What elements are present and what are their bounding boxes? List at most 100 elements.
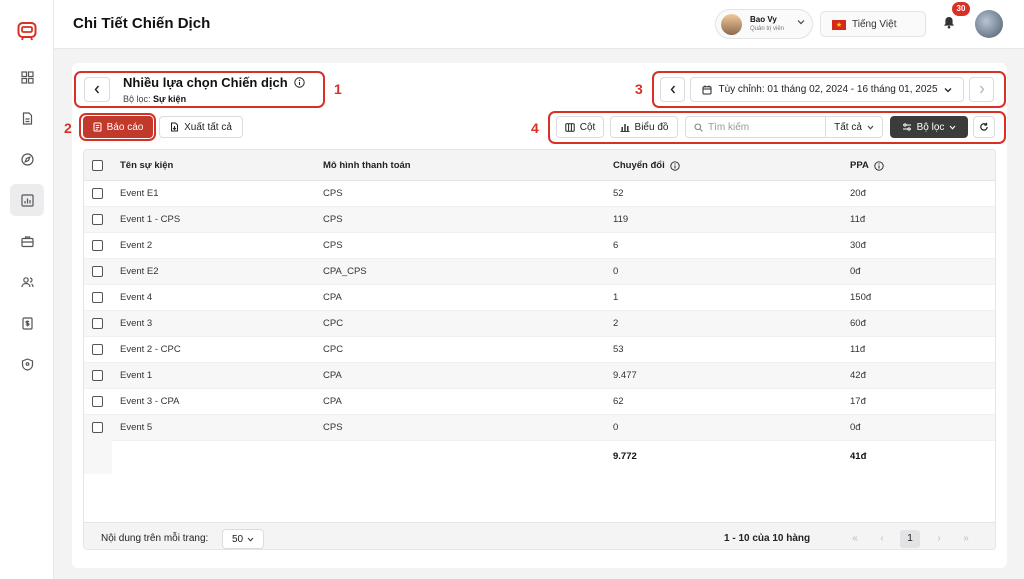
- info-icon[interactable]: [874, 160, 884, 171]
- columns-icon: [565, 122, 575, 132]
- chevron-down-icon: [944, 87, 951, 92]
- nav-dashboard[interactable]: [10, 61, 44, 93]
- search-placeholder: Tìm kiếm: [708, 122, 750, 133]
- table-row[interactable]: Event 1 - CPS CPS 119 11đ: [84, 207, 995, 233]
- column-header-conversions[interactable]: Chuyển đổi: [613, 160, 680, 171]
- table-row[interactable]: Event 2 - CPC CPC 53 11đ: [84, 337, 995, 363]
- user-menu[interactable]: Bao Vy Quản trị viên: [715, 9, 813, 39]
- back-button[interactable]: [84, 77, 110, 102]
- table-row[interactable]: Event 4 CPA 1 150đ: [84, 285, 995, 311]
- nav-payments[interactable]: [10, 307, 44, 339]
- event-name-cell: Event 4: [120, 292, 153, 303]
- table-row[interactable]: Event 1 CPA 9.477 42đ: [84, 363, 995, 389]
- search-scope-select[interactable]: Tất cả: [825, 116, 883, 138]
- event-name-cell: Event 2 - CPC: [120, 344, 181, 355]
- totals-gutter: [84, 440, 112, 474]
- nav-security[interactable]: [10, 348, 44, 380]
- payment-model-cell: CPA_CPS: [323, 266, 367, 277]
- event-name-cell: Event 5: [120, 422, 153, 433]
- date-next-button[interactable]: [969, 77, 994, 102]
- next-page-icon[interactable]: ›: [929, 530, 949, 548]
- table-row[interactable]: Event 3 - CPA CPA 62 17đ: [84, 389, 995, 415]
- row-checkbox[interactable]: [92, 370, 103, 381]
- chart-button[interactable]: Biểu đồ: [610, 116, 678, 138]
- invoice-icon: [21, 316, 33, 330]
- campaign-filter: Bộ lọc: Sự kiện: [123, 94, 187, 104]
- event-name-cell: Event 3 - CPA: [120, 396, 180, 407]
- language-label: Tiếng Việt: [852, 19, 897, 30]
- conversions-cell: 52: [613, 188, 624, 199]
- row-checkbox[interactable]: [92, 266, 103, 277]
- search-input[interactable]: Tìm kiếm: [685, 116, 825, 138]
- table-row[interactable]: Event 2 CPS 6 30đ: [84, 233, 995, 259]
- annotation-number-3: 3: [635, 81, 643, 97]
- bar-chart-icon: [20, 193, 34, 207]
- event-name-cell: Event 1: [120, 370, 153, 381]
- first-page-icon[interactable]: «: [845, 530, 865, 548]
- payment-model-cell: CPA: [323, 396, 342, 407]
- chevron-down-icon: [949, 125, 956, 130]
- row-checkbox[interactable]: [92, 396, 103, 407]
- table-row[interactable]: Event 5 CPS 0 0đ: [84, 415, 995, 441]
- ppa-cell: 11đ: [850, 214, 866, 225]
- row-checkbox[interactable]: [92, 318, 103, 329]
- nav-documents[interactable]: [10, 102, 44, 134]
- nav-campaigns[interactable]: [10, 225, 44, 257]
- nav-reports[interactable]: [10, 184, 44, 216]
- table-row[interactable]: Event E1 CPS 52 20đ: [84, 181, 995, 207]
- info-icon[interactable]: [670, 160, 680, 171]
- conversions-cell: 119: [613, 214, 629, 225]
- document-icon: [22, 111, 32, 125]
- row-checkbox[interactable]: [92, 188, 103, 199]
- ppa-cell: 42đ: [850, 370, 866, 381]
- column-header-event-name[interactable]: Tên sự kiện: [120, 160, 173, 171]
- row-checkbox[interactable]: [92, 422, 103, 433]
- payment-model-cell: CPC: [323, 344, 344, 355]
- event-name-cell: Event 3: [120, 318, 153, 329]
- event-name-cell: Event 1 - CPS: [120, 214, 181, 225]
- row-checkbox[interactable]: [92, 344, 103, 355]
- conversions-cell: 9.477: [613, 370, 637, 381]
- conversions-cell: 1: [613, 292, 619, 303]
- current-page-button[interactable]: 1: [900, 530, 920, 548]
- table-row[interactable]: Event E2 CPA_CPS 0 0đ: [84, 259, 995, 285]
- columns-button[interactable]: Cột: [556, 116, 604, 138]
- profile-avatar[interactable]: [975, 10, 1003, 38]
- row-checkbox[interactable]: [92, 292, 103, 303]
- row-checkbox[interactable]: [92, 240, 103, 251]
- export-file-icon: [171, 122, 179, 132]
- bell-icon[interactable]: [943, 16, 955, 29]
- refresh-button[interactable]: [973, 116, 995, 138]
- vietnam-flag-icon: ★: [832, 20, 846, 30]
- user-avatar: [721, 14, 742, 35]
- info-icon[interactable]: [294, 77, 306, 88]
- payment-model-cell: CPS: [323, 214, 343, 225]
- select-all-checkbox[interactable]: [92, 160, 103, 171]
- refresh-icon: [980, 122, 988, 131]
- table-row[interactable]: Event 3 CPC 2 60đ: [84, 311, 995, 337]
- nav-users[interactable]: [10, 266, 44, 298]
- per-page-label: Nội dung trên mỗi trang:: [101, 533, 209, 544]
- prev-page-icon[interactable]: ‹: [872, 530, 892, 548]
- date-range-picker[interactable]: Tùy chỉnh: 01 tháng 02, 2024 - 16 tháng …: [690, 77, 964, 102]
- nav-explore[interactable]: [10, 143, 44, 175]
- compass-icon: [20, 152, 34, 166]
- export-all-button[interactable]: Xuất tất cả: [159, 116, 243, 138]
- report-button[interactable]: Báo cáo: [83, 116, 153, 138]
- row-checkbox[interactable]: [92, 214, 103, 225]
- column-header-payment-model[interactable]: Mô hình thanh toán: [323, 160, 411, 171]
- column-header-ppa[interactable]: PPA: [850, 160, 884, 171]
- date-prev-button[interactable]: [660, 77, 685, 102]
- annotation-number-1: 1: [334, 81, 342, 97]
- conversions-cell: 2: [613, 318, 619, 329]
- chevron-left-icon: [670, 85, 675, 94]
- filter-button[interactable]: Bộ lọc: [890, 116, 968, 138]
- sidebar: [0, 0, 54, 579]
- top-header: Chi Tiết Chiến Dịch Bao Vy Quản trị viên…: [54, 0, 1024, 49]
- last-page-icon[interactable]: »: [956, 530, 976, 548]
- app-logo-icon[interactable]: [17, 21, 37, 41]
- page-title: Chi Tiết Chiến Dịch: [73, 15, 211, 32]
- per-page-select[interactable]: 50: [222, 529, 264, 549]
- conversions-cell: 53: [613, 344, 624, 355]
- language-selector[interactable]: ★ Tiếng Việt: [820, 11, 926, 37]
